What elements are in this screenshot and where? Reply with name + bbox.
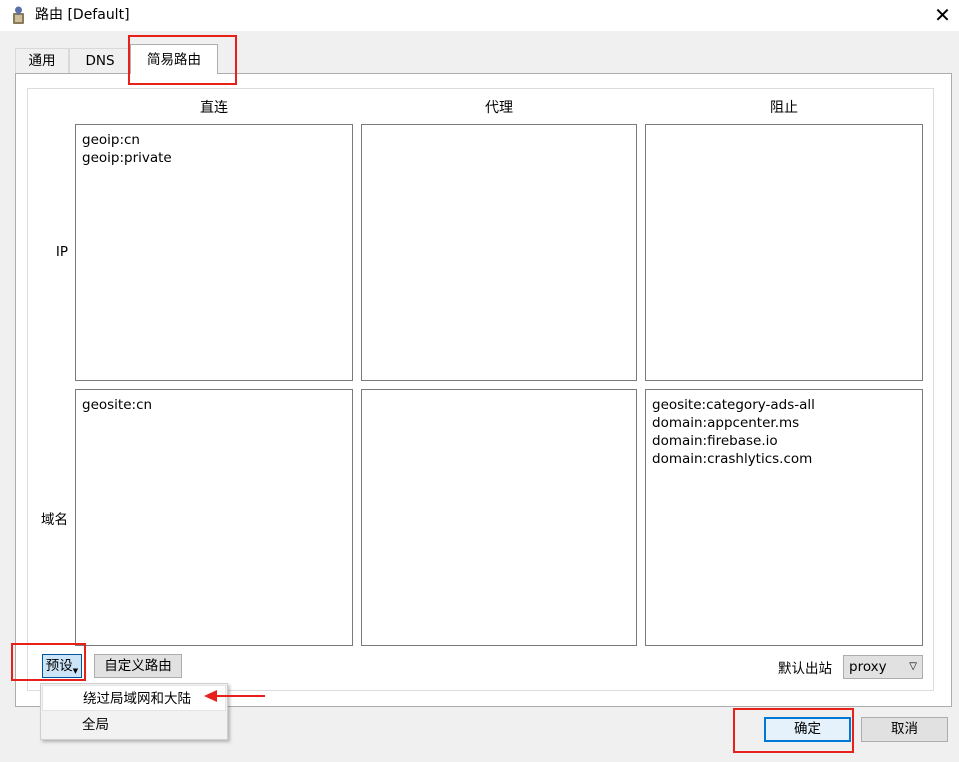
- default-outbound-select[interactable]: proxy ▽: [843, 655, 923, 679]
- default-outbound-value: proxy: [849, 659, 887, 675]
- app-icon: [10, 6, 27, 25]
- rule-line: domain:crashlytics.com: [652, 451, 813, 467]
- default-outbound-label: 默认出站: [778, 661, 832, 677]
- domain-direct-textarea[interactable]: geosite:cn: [75, 389, 353, 646]
- rule-line: domain:appcenter.ms: [652, 415, 800, 431]
- domain-proxy-textarea[interactable]: [361, 389, 637, 646]
- ok-button[interactable]: 确定: [764, 717, 851, 742]
- row-label-ip: IP: [55, 244, 68, 260]
- close-button[interactable]: ✕: [926, 0, 959, 31]
- window-title: 路由 [Default]: [35, 7, 130, 23]
- tab-simple-routing[interactable]: 简易路由: [130, 44, 218, 74]
- preset-button-label: 预设: [45, 658, 73, 674]
- preset-menu: 绕过局域网和大陆 全局: [40, 683, 228, 740]
- tab-general[interactable]: 通用: [15, 48, 69, 73]
- annotation-arrow-icon: [204, 690, 265, 702]
- ip-block-textarea[interactable]: [645, 124, 923, 381]
- row-label-domain: 域名: [41, 512, 68, 528]
- column-header-direct: 直连: [200, 100, 228, 116]
- column-header-block: 阻止: [770, 100, 798, 116]
- cancel-button[interactable]: 取消: [861, 717, 948, 742]
- custom-routing-button[interactable]: 自定义路由: [94, 654, 182, 678]
- domain-block-textarea[interactable]: geosite:category-ads-all domain:appcente…: [645, 389, 923, 646]
- ip-direct-textarea[interactable]: geoip:cn geoip:private: [75, 124, 353, 381]
- menu-item-bypass-lan-mainland[interactable]: 绕过局域网和大陆: [42, 685, 226, 711]
- preset-button[interactable]: 预设▼: [42, 654, 82, 678]
- rule-line: domain:firebase.io: [652, 433, 778, 449]
- chevron-down-icon: ▼: [72, 667, 79, 675]
- title-bar: [0, 0, 959, 31]
- column-header-proxy: 代理: [485, 100, 513, 116]
- menu-item-global[interactable]: 全局: [42, 712, 226, 738]
- rule-line: geoip:cn: [82, 132, 140, 148]
- rule-line: geosite:category-ads-all: [652, 397, 815, 413]
- rule-line: geosite:cn: [82, 397, 153, 413]
- tab-dns[interactable]: DNS: [69, 48, 131, 73]
- ip-proxy-textarea[interactable]: [361, 124, 637, 381]
- chevron-down-icon: ▽: [909, 661, 917, 672]
- close-icon: ✕: [934, 3, 951, 27]
- rule-line: geoip:private: [82, 150, 172, 166]
